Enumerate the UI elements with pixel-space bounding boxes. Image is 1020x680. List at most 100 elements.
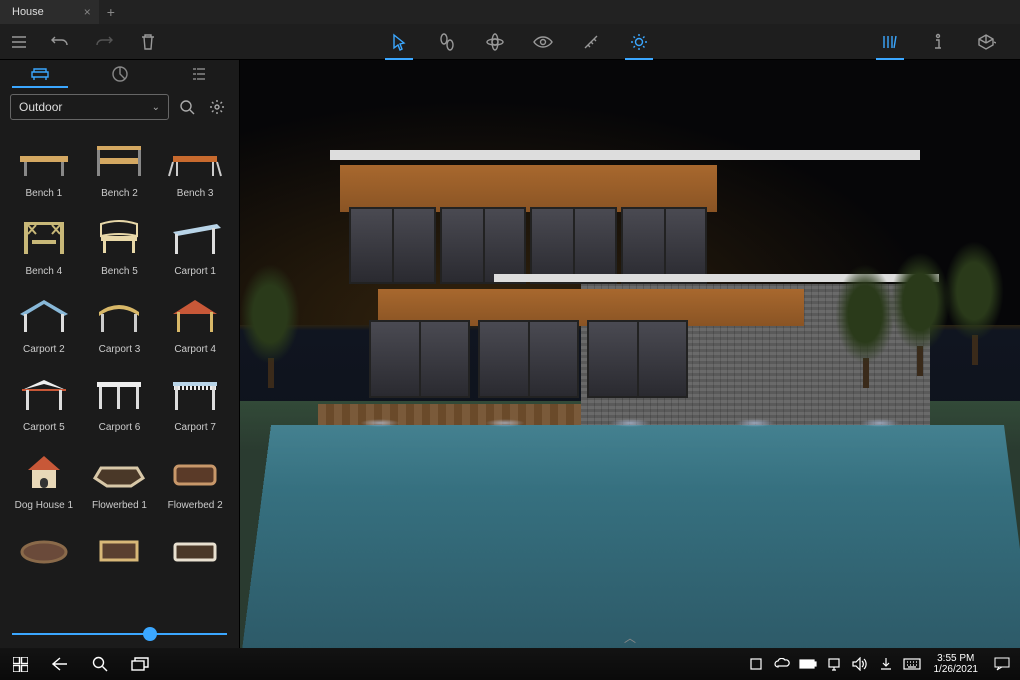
item-thumbnail — [161, 210, 229, 266]
slider-thumb[interactable] — [143, 627, 157, 641]
tab-close-icon[interactable]: × — [84, 5, 91, 19]
menu-button[interactable] — [0, 24, 38, 60]
library-item[interactable]: Carport 3 — [84, 288, 156, 362]
toolbar-right-group — [868, 24, 1020, 60]
select-tool[interactable] — [377, 24, 421, 60]
tray-app-icon[interactable] — [744, 648, 768, 680]
look-tool[interactable] — [521, 24, 565, 60]
item-label: Bench 3 — [177, 188, 214, 202]
item-thumbnail — [85, 132, 153, 188]
item-thumbnail — [161, 444, 229, 500]
library-item[interactable]: Carport 4 — [159, 288, 231, 362]
battery-icon[interactable] — [796, 648, 820, 680]
delete-button[interactable] — [126, 24, 170, 60]
network-icon[interactable] — [822, 648, 846, 680]
start-button[interactable] — [0, 648, 40, 680]
library-item[interactable]: Dog House 1 — [8, 444, 80, 518]
item-label: Dog House 1 — [15, 500, 73, 514]
volume-icon[interactable] — [848, 648, 872, 680]
library-item[interactable] — [159, 522, 231, 596]
item-thumbnail — [85, 444, 153, 500]
item-label: Bench 1 — [25, 188, 62, 202]
thumbnail-size-slider[interactable] — [0, 620, 239, 648]
new-tab-button[interactable]: + — [99, 4, 123, 20]
roof — [330, 150, 920, 160]
library-item[interactable]: Bench 1 — [8, 132, 80, 206]
library-item[interactable]: Carport 7 — [159, 366, 231, 440]
date-text: 1/26/2021 — [934, 664, 979, 675]
library-item[interactable]: Flowerbed 1 — [84, 444, 156, 518]
input-icon[interactable] — [874, 648, 898, 680]
keyboard-icon[interactable] — [900, 648, 924, 680]
lower-windows — [369, 320, 688, 398]
library-item[interactable] — [8, 522, 80, 596]
category-dropdown[interactable]: Outdoor ⌄ — [10, 94, 169, 120]
item-thumbnail — [10, 444, 78, 500]
materials-tab[interactable] — [80, 60, 160, 88]
item-label: Carport 4 — [174, 344, 216, 358]
item-label: Carport 3 — [99, 344, 141, 358]
settings-button[interactable] — [205, 95, 229, 119]
chevron-down-icon: ⌄ — [152, 102, 160, 113]
back-button[interactable] — [40, 648, 80, 680]
walk-tool[interactable] — [425, 24, 469, 60]
sidebar-tabs — [0, 60, 239, 88]
task-view-button[interactable] — [120, 648, 160, 680]
document-tab[interactable]: House × — [0, 0, 99, 24]
panel-resize-handle[interactable]: ︿ — [624, 629, 636, 646]
system-tray: 3:55 PM 1/26/2021 — [744, 648, 1020, 680]
item-thumbnail — [10, 522, 78, 578]
title-bar: House × + — [0, 0, 1020, 24]
tree — [890, 236, 950, 376]
undo-button[interactable] — [38, 24, 82, 60]
item-label: Bench 2 — [101, 188, 138, 202]
library-item[interactable]: Carport 5 — [8, 366, 80, 440]
item-label: Bench 4 — [25, 266, 62, 280]
furniture-tab[interactable] — [0, 60, 80, 88]
redo-button[interactable] — [82, 24, 126, 60]
main-area: Outdoor ⌄ Bench 1Bench 2Bench 3Bench 4Be… — [0, 60, 1020, 648]
library-panel-toggle[interactable] — [868, 24, 912, 60]
library-item[interactable]: Bench 3 — [159, 132, 231, 206]
onedrive-icon[interactable] — [770, 648, 794, 680]
library-sidebar: Outdoor ⌄ Bench 1Bench 2Bench 3Bench 4Be… — [0, 60, 240, 648]
house-model — [349, 160, 833, 419]
item-label: Carport 1 — [174, 266, 216, 280]
item-label: Carport 5 — [23, 422, 65, 436]
library-item[interactable] — [84, 522, 156, 596]
library-item[interactable]: Carport 6 — [84, 366, 156, 440]
project-tree-tab[interactable] — [159, 60, 239, 88]
library-item[interactable]: Bench 5 — [84, 210, 156, 284]
measure-tool[interactable] — [569, 24, 613, 60]
taskbar-left — [0, 648, 160, 680]
item-label: Flowerbed 1 — [92, 500, 147, 514]
3d-view-toggle[interactable] — [964, 24, 1008, 60]
library-item[interactable]: Bench 2 — [84, 132, 156, 206]
item-thumbnail — [85, 210, 153, 266]
pool-lights — [318, 419, 942, 429]
toolbar-left-group — [0, 24, 170, 60]
category-value: Outdoor — [19, 100, 62, 114]
3d-viewport[interactable]: ︿ — [240, 60, 1020, 648]
item-label: Bench 5 — [101, 266, 138, 280]
taskbar-clock[interactable]: 3:55 PM 1/26/2021 — [926, 653, 987, 675]
item-thumbnail — [10, 366, 78, 422]
search-button[interactable] — [175, 95, 199, 119]
tab-title: House — [12, 6, 44, 18]
item-thumbnail — [10, 288, 78, 344]
lighting-tool[interactable] — [617, 24, 661, 60]
item-label: Carport 6 — [99, 422, 141, 436]
library-grid-container: Bench 1 Bench 2 Bench 3 Bench 4 Bench 5 Carpo… — [0, 126, 239, 620]
tree — [835, 248, 895, 388]
notifications-button[interactable] — [988, 648, 1016, 680]
orbit-tool[interactable] — [473, 24, 517, 60]
search-taskbar[interactable] — [80, 648, 120, 680]
item-thumbnail — [10, 210, 78, 266]
info-panel-toggle[interactable] — [916, 24, 960, 60]
library-item[interactable]: Bench 4 — [8, 210, 80, 284]
pool — [242, 425, 1020, 648]
filter-row: Outdoor ⌄ — [0, 88, 239, 126]
library-item[interactable]: Carport 2 — [8, 288, 80, 362]
library-item[interactable]: Flowerbed 2 — [159, 444, 231, 518]
library-item[interactable]: Carport 1 — [159, 210, 231, 284]
